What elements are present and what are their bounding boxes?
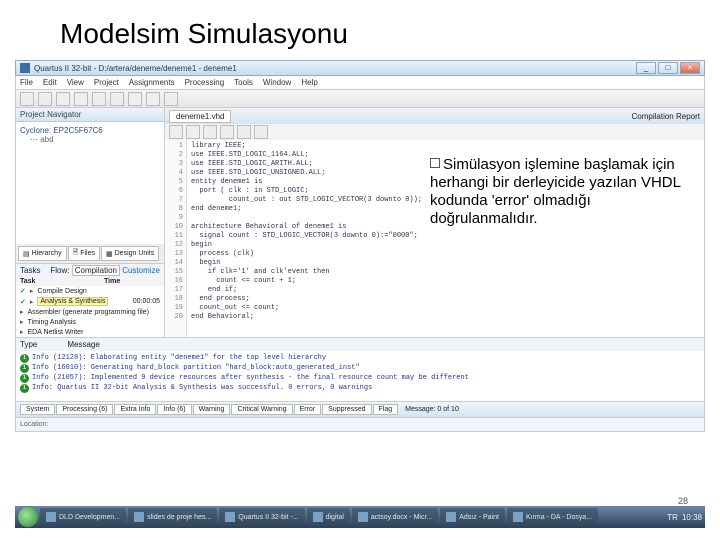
task-row[interactable]: ▸EDA Netlist Writer	[16, 327, 164, 337]
messages-col-type: Type	[20, 340, 37, 349]
paste-icon[interactable]	[128, 92, 142, 106]
msg-tab-processing[interactable]: Processing (6)	[56, 404, 113, 415]
app-icon	[313, 512, 323, 522]
taskbar-item[interactable]: digital	[307, 508, 350, 526]
title-bar[interactable]: Quartus II 32-bit - D:/artera/deneme/den…	[15, 60, 705, 76]
menu-bar: File Edit View Project Assignments Proce…	[15, 76, 705, 90]
slide-number: 28	[678, 496, 688, 506]
maximize-button[interactable]: □	[658, 62, 678, 74]
msg-tab-suppressed[interactable]: Suppressed	[322, 404, 371, 415]
app-icon	[20, 63, 30, 73]
project-navigator-title: Project Navigator	[16, 108, 164, 122]
print-icon[interactable]	[74, 92, 88, 106]
ed-icon[interactable]	[169, 125, 183, 139]
clock[interactable]: 10:38	[682, 513, 702, 522]
task-row[interactable]: ▸Timing Analysis	[16, 317, 164, 327]
message-tabs: System Processing (6) Extra Info Info (6…	[15, 402, 705, 418]
task-row[interactable]: ✓▸Analysis & Synthesis00:00:05	[16, 296, 164, 307]
ed-icon[interactable]	[203, 125, 217, 139]
menu-view[interactable]: View	[67, 78, 84, 87]
messages-col-message: Message	[67, 340, 99, 349]
compilation-report-tab[interactable]: Compilation Report	[632, 112, 700, 121]
customize-link[interactable]: Customize	[122, 266, 160, 275]
app-icon	[46, 512, 56, 522]
msg-tab-critical[interactable]: Critical Warning	[231, 404, 292, 415]
app-icon	[134, 512, 144, 522]
taskbar-item[interactable]: actsoy.docx - Micr...	[352, 508, 438, 526]
editor-file-tab[interactable]: deneme1.vhd	[169, 110, 231, 123]
taskbar-item[interactable]: Quartus II 32-bit -...	[219, 508, 304, 526]
messages-body[interactable]: iInfo (12128): Elaborating entity "denem…	[16, 351, 704, 401]
tab-files[interactable]: 🗎Files	[68, 246, 100, 261]
ed-icon[interactable]	[254, 125, 268, 139]
device-label: Cyclone: EP2C5F67C6	[20, 126, 160, 135]
flow-select[interactable]: Compilation	[72, 265, 120, 276]
open-icon[interactable]	[38, 92, 52, 106]
copy-icon[interactable]	[110, 92, 124, 106]
msg-tab-warning[interactable]: Warning	[193, 404, 231, 415]
menu-project[interactable]: Project	[94, 78, 119, 87]
task-row[interactable]: ▸Assembler (generate programming file)	[16, 307, 164, 317]
new-icon[interactable]	[20, 92, 34, 106]
undo-icon[interactable]	[146, 92, 160, 106]
cut-icon[interactable]	[92, 92, 106, 106]
app-icon	[513, 512, 523, 522]
slide-title: Modelsim Simulasyonu	[0, 0, 720, 60]
save-icon[interactable]	[56, 92, 70, 106]
windows-taskbar: DLD Developmen... slides de proje hes...…	[15, 506, 705, 528]
window-title: Quartus II 32-bit - D:/artera/deneme/den…	[34, 64, 636, 73]
taskbar-item[interactable]: DLD Developmen...	[40, 508, 126, 526]
ed-icon[interactable]	[186, 125, 200, 139]
app-icon	[358, 512, 368, 522]
app-icon	[446, 512, 456, 522]
menu-tools[interactable]: Tools	[234, 78, 253, 87]
lang-indicator[interactable]: TR	[667, 513, 678, 522]
menu-file[interactable]: File	[20, 78, 33, 87]
menu-assignments[interactable]: Assignments	[129, 78, 175, 87]
minimize-button[interactable]: _	[636, 62, 656, 74]
app-icon	[225, 512, 235, 522]
status-bar: Location:	[15, 418, 705, 432]
hierarchy-icon: ▤	[23, 250, 30, 258]
menu-processing[interactable]: Processing	[185, 78, 225, 87]
redo-icon[interactable]	[164, 92, 178, 106]
tab-design[interactable]: ▦Design Units	[101, 246, 159, 261]
quartus-window: Quartus II 32-bit - D:/artera/deneme/den…	[15, 60, 705, 510]
tab-hierarchy[interactable]: ▤Hierarchy	[18, 246, 67, 261]
menu-window[interactable]: Window	[263, 78, 291, 87]
design-icon: ▦	[106, 250, 113, 258]
msg-tab-error[interactable]: Error	[294, 404, 322, 415]
project-navigator-body[interactable]: Cyclone: EP2C5F67C6 ⋯ abd	[16, 122, 164, 244]
menu-help[interactable]: Help	[301, 78, 317, 87]
msg-tab-system[interactable]: System	[20, 404, 55, 415]
main-toolbar	[15, 90, 705, 108]
editor-toolbar	[165, 124, 704, 140]
bullet-icon	[430, 158, 440, 168]
start-button[interactable]	[18, 507, 38, 527]
msg-tab-info[interactable]: Info (6)	[157, 404, 191, 415]
taskbar-item[interactable]: Kırma - DA - Dosya...	[507, 508, 598, 526]
tasks-title: Tasks	[20, 266, 40, 275]
close-button[interactable]: ×	[680, 62, 700, 74]
ed-icon[interactable]	[220, 125, 234, 139]
menu-edit[interactable]: Edit	[43, 78, 57, 87]
taskbar-item[interactable]: slides de proje hes...	[128, 508, 217, 526]
files-icon: 🗎	[73, 248, 79, 259]
taskbar-item[interactable]: Adsız - Paint	[440, 508, 505, 526]
task-row[interactable]: ✓▸Compile Design	[16, 286, 164, 296]
ed-icon[interactable]	[237, 125, 251, 139]
msg-tab-flag[interactable]: Flag	[373, 404, 399, 415]
overlay-note: Simülasyon işlemine başlamak için herhan…	[424, 152, 694, 232]
message-count: Message: 0 of 10	[405, 406, 459, 413]
msg-tab-extra[interactable]: Extra Info	[114, 404, 156, 415]
